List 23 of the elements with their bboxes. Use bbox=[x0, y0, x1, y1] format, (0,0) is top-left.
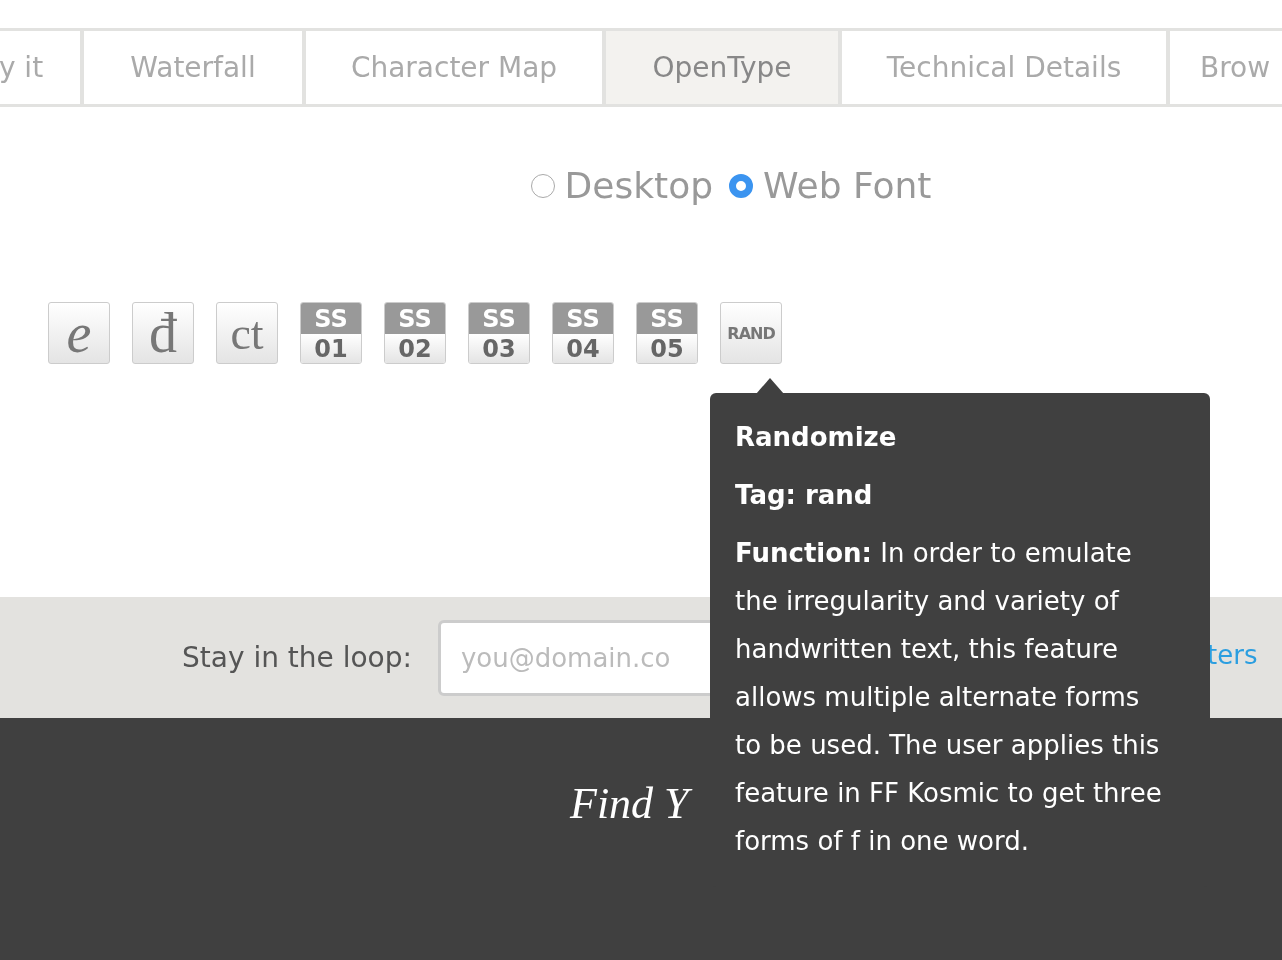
radio-label[interactable]: Web Font bbox=[763, 165, 932, 206]
radio-button[interactable] bbox=[530, 173, 555, 198]
stylistic-set-button[interactable]: SS 01 bbox=[300, 302, 362, 364]
stylistic-set-button[interactable]: SS 04 bbox=[552, 302, 614, 364]
stylistic-set-button[interactable]: SS 05 bbox=[636, 302, 698, 364]
tab[interactable]: Brow bbox=[1170, 31, 1282, 104]
radio-label[interactable]: Desktop bbox=[564, 165, 714, 206]
stylistic-set-button[interactable]: SS 03 bbox=[468, 302, 530, 364]
tab[interactable]: OpenType bbox=[606, 31, 838, 104]
randomize-button[interactable]: RAND bbox=[720, 302, 782, 364]
stylistic-set-button[interactable]: SS 02 bbox=[384, 302, 446, 364]
tab[interactable]: y it bbox=[0, 31, 80, 104]
tooltip-description: Function: In order to emulate the irregularity and variety of handwritten text, this feature allows multiple alternate forms to be used. The user applies this feature in FF Kosmic to get three forms of f in one word. bbox=[735, 537, 1163, 858]
tab[interactable]: Technical Details bbox=[842, 31, 1166, 104]
feature-button[interactable]: đ bbox=[132, 302, 194, 364]
newsletter-label: Stay in the loop: bbox=[182, 641, 412, 674]
tooltip-tag: Tag: rand bbox=[735, 471, 1170, 519]
feature-button[interactable]: ct bbox=[216, 302, 278, 364]
feature-button[interactable]: e bbox=[48, 302, 110, 364]
tab[interactable]: Waterfall bbox=[84, 31, 302, 104]
tooltip-title: Randomize bbox=[735, 421, 898, 454]
radio-button[interactable] bbox=[729, 173, 754, 198]
tab[interactable]: Character Map bbox=[306, 31, 602, 104]
